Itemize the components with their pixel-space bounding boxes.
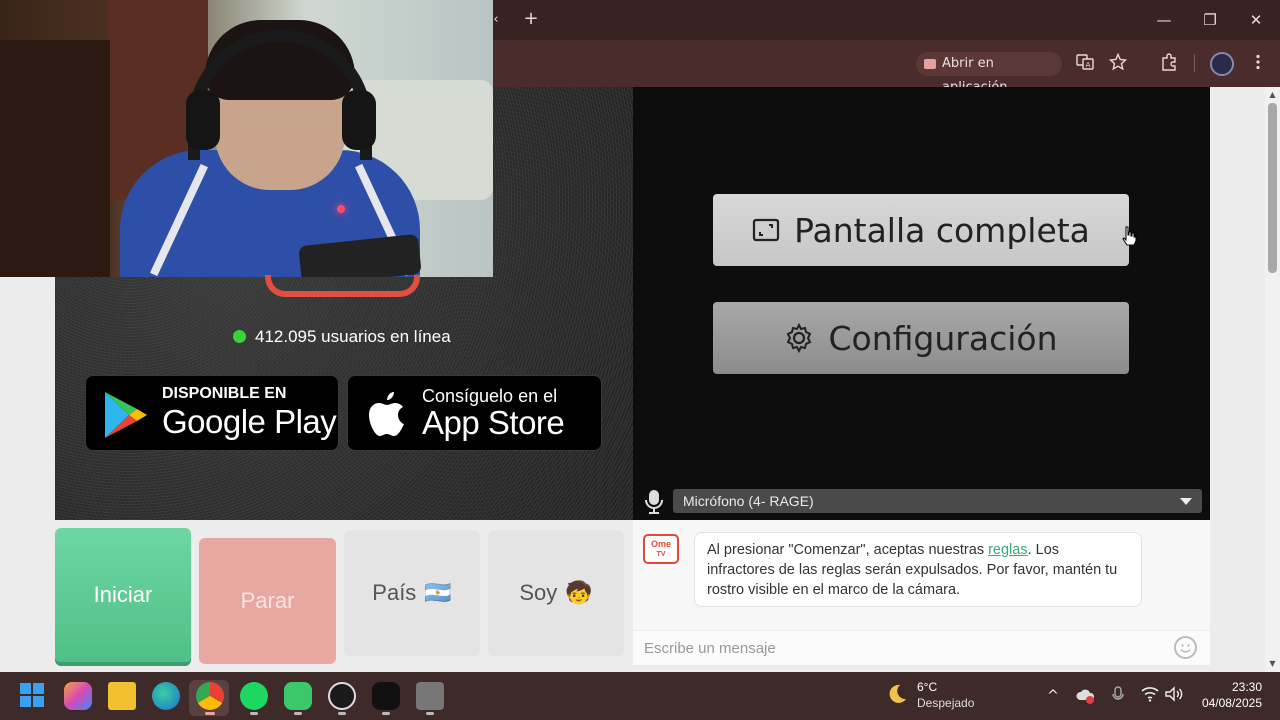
microphone-icon [643, 489, 665, 515]
onedrive-error-icon[interactable] [1076, 686, 1096, 706]
bookmark-star-icon[interactable] [1107, 52, 1129, 75]
wifi-icon[interactable] [1140, 686, 1160, 706]
tiktok-icon[interactable] [372, 682, 400, 710]
active-indicator [205, 712, 215, 715]
webcam-preview [0, 0, 493, 277]
settings-label: Configuración [828, 318, 1058, 358]
webcam-dresser [0, 40, 110, 277]
chat-system-message: Al presionar "Comenzar", aceptas nuestra… [694, 532, 1142, 607]
chevron-down-icon [1180, 498, 1192, 505]
app-icon [924, 59, 936, 69]
google-play-badge[interactable]: DISPONIBLE EN Google Play [85, 375, 339, 451]
online-users-count: 412.095 usuarios en línea [255, 327, 451, 346]
emoji-icon[interactable] [1174, 636, 1197, 659]
gender-button[interactable]: Soy 🧒 [488, 530, 624, 656]
copilot-icon[interactable] [64, 682, 92, 710]
google-play-small-text: DISPONIBLE EN [162, 385, 287, 402]
weather-description: Despejado [917, 696, 975, 710]
boy-emoji-icon: 🧒 [565, 580, 593, 605]
app-store-badge[interactable]: Consíguelo en el App Store [347, 375, 602, 451]
fullscreen-button[interactable]: Pantalla completa [713, 194, 1129, 266]
toolbar-separator [1194, 54, 1195, 72]
apple-icon [369, 392, 404, 436]
settings-button[interactable]: Configuración [713, 302, 1129, 374]
ometv-logo: Ome TV [643, 534, 679, 564]
google-play-icon [105, 392, 147, 438]
scrollbar-thumb[interactable] [1268, 103, 1277, 273]
online-status-dot [233, 330, 246, 343]
fullscreen-icon [752, 218, 780, 242]
country-label: País [372, 580, 417, 605]
microphone-tray-icon[interactable] [1108, 686, 1128, 706]
moon-weather-icon[interactable] [885, 682, 909, 706]
spotify-icon[interactable] [240, 682, 268, 710]
file-explorer-icon[interactable] [108, 682, 136, 710]
microphone-select[interactable]: Micrófono (4- RAGE) [673, 489, 1202, 513]
webcam-headset-ear [342, 90, 376, 150]
gear-icon [787, 323, 812, 353]
hand-cursor-icon [1122, 226, 1137, 246]
app-icon[interactable] [416, 682, 444, 710]
running-indicator [382, 712, 390, 715]
extensions-icon[interactable] [1158, 53, 1180, 75]
volume-icon[interactable] [1164, 686, 1184, 706]
webcam-controller [265, 275, 420, 297]
clock-time[interactable]: 23:30 [1200, 680, 1262, 694]
country-button[interactable]: País 🇦🇷 [344, 530, 480, 656]
rules-link[interactable]: reglas [988, 542, 1028, 558]
restore-button[interactable]: ❐ [1198, 8, 1222, 32]
chrome-icon[interactable] [196, 682, 224, 710]
chat-input-placeholder: Escribe un mensaje [644, 640, 776, 657]
close-window-button[interactable]: ✕ [1244, 8, 1268, 32]
windows-start-icon[interactable] [19, 682, 47, 710]
running-indicator [426, 712, 434, 715]
new-tab-button[interactable]: + [520, 8, 542, 30]
start-button[interactable]: Iniciar [55, 528, 191, 662]
running-indicator [338, 712, 346, 715]
scroll-up-arrow-icon[interactable]: ▲ [1266, 89, 1279, 101]
webcam-led [337, 205, 345, 213]
translate-icon[interactable]: A [1074, 53, 1096, 75]
fullscreen-label: Pantalla completa [794, 210, 1090, 250]
running-indicator [294, 712, 302, 715]
running-indicator [250, 712, 258, 715]
gender-label: Soy [519, 580, 558, 605]
chat-message-input[interactable]: Escribe un mensaje [633, 630, 1210, 665]
clock-date[interactable]: 04/08/2025 [1195, 696, 1262, 710]
obs-icon[interactable] [328, 682, 356, 710]
minimize-button[interactable]: — [1152, 8, 1176, 32]
stop-button[interactable]: Parar [199, 538, 336, 664]
microphone-select-value: Micrófono (4- RAGE) [683, 493, 814, 509]
message-text-before: Al presionar "Comenzar", aceptas nuestra… [707, 542, 989, 558]
ometv-logo-bottom: TV [656, 551, 666, 558]
menu-kebab-icon[interactable] [1247, 53, 1269, 75]
app-store-big-text: App Store [422, 404, 565, 441]
google-play-big-text: Google Play [162, 403, 337, 440]
start-label: Iniciar [93, 582, 153, 607]
profile-avatar[interactable] [1210, 52, 1234, 76]
webcam-headset-ear [186, 90, 220, 150]
ometv-logo-top: Ome [650, 539, 671, 549]
weather-temperature: 6°C [917, 680, 938, 694]
edge-icon[interactable] [152, 682, 180, 710]
tray-chevron-up-icon[interactable]: ^ [1043, 686, 1063, 706]
scroll-down-arrow-icon[interactable]: ▼ [1266, 658, 1279, 670]
discord-icon[interactable] [284, 682, 312, 710]
argentina-flag-icon: 🇦🇷 [424, 580, 452, 605]
open-in-app-button[interactable]: Abrir en aplicación [916, 52, 1062, 95]
stop-label: Parar [240, 588, 295, 613]
svg-text:A: A [1086, 61, 1091, 69]
